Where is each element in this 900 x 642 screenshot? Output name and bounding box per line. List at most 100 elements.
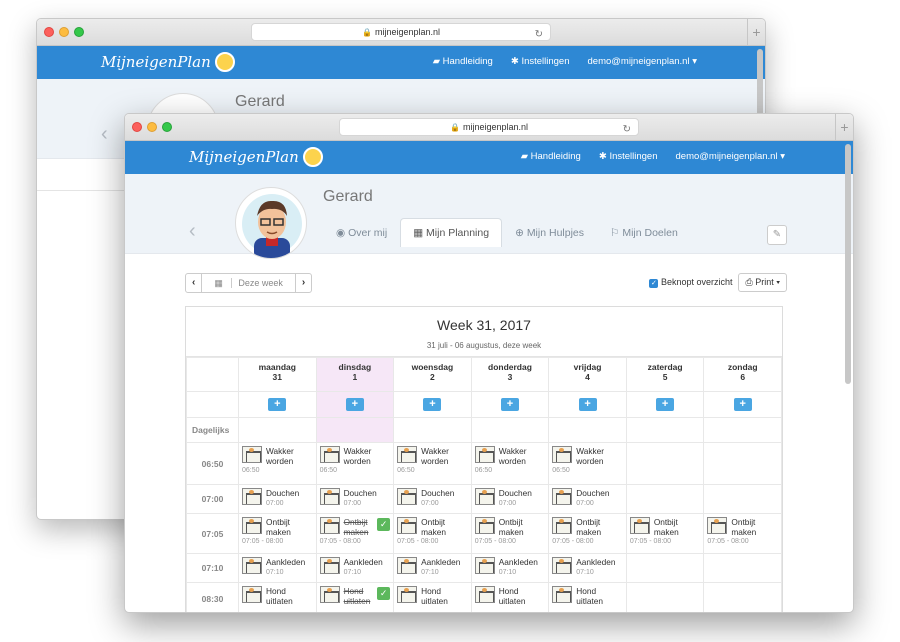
week-toolbar: ‹ ▦ Deze week › ✓ Beknopt overzicht ⎙ Pr… <box>185 273 787 293</box>
activity-pictogram-icon <box>242 586 262 603</box>
address-bar[interactable]: 🔒 mijneigenplan.nl ↻ <box>251 23 551 41</box>
nav-settings-link[interactable]: ✱ Instellingen <box>511 56 570 67</box>
nav-settings-link[interactable]: ✱ Instellingen <box>599 151 658 162</box>
activity-pictogram-icon <box>397 557 418 574</box>
add-activity-button[interactable]: + <box>578 398 597 411</box>
activity-pictogram-icon <box>474 557 495 574</box>
activity-card[interactable]: Ontbijt maken 07:05 - 08:00 <box>625 513 705 554</box>
activity-pictogram-icon <box>319 446 340 463</box>
add-activity-button[interactable]: + <box>268 398 287 411</box>
activity-card[interactable]: Douchen 07:00 <box>238 484 317 514</box>
logo-face-icon <box>302 147 323 167</box>
activity-pictogram-icon <box>397 586 418 603</box>
activity-card[interactable]: Aankleden 07:10 <box>238 553 317 583</box>
activity-card[interactable]: Hond uitlaten <box>470 582 550 612</box>
add-activity-button[interactable]: + <box>733 398 752 411</box>
activity-card[interactable]: Aankleden 07:10 <box>470 553 550 583</box>
activity-card[interactable]: Wakker worden 06:50 <box>393 442 472 485</box>
activity-card[interactable]: Douchen 07:00 <box>315 484 395 514</box>
check-icon[interactable]: ✓ <box>377 518 391 531</box>
avatar <box>235 187 307 259</box>
activity-card[interactable]: Aankleden 07:10 <box>548 553 627 583</box>
checkbox-checked-icon: ✓ <box>649 279 659 288</box>
activity-card[interactable]: Wakker worden 06:50 <box>315 442 395 485</box>
activity-card[interactable]: Hond uitlaten <box>393 582 472 612</box>
activity-pictogram-icon <box>474 586 495 603</box>
profile-tabs: ◉ Over mij ▦ Mijn Planning ⊕ Mijn Hulpje… <box>323 218 691 247</box>
chevron-left-icon[interactable]: ‹ <box>101 123 108 146</box>
activity-card[interactable]: Aankleden 07:10 <box>315 553 395 583</box>
day-header: donderdag 3 <box>470 357 550 392</box>
activity-card-completed[interactable]: Hond uitlaten ✓ <box>315 582 395 612</box>
nav-account-menu[interactable]: demo@mijneigenplan.nl ▾ <box>676 151 786 162</box>
window-controls[interactable] <box>44 27 84 37</box>
calendar-icon: ▦ <box>214 278 223 288</box>
time-row: 06:50 Wakker worden 06:50 Wakker worden 06… <box>186 442 782 485</box>
window-controls[interactable] <box>132 122 172 132</box>
new-tab-button[interactable]: + <box>835 114 853 141</box>
this-week-button[interactable]: ▦ Deze week <box>201 274 295 292</box>
print-button[interactable]: ⎙ Print ▾ <box>738 273 787 292</box>
check-icon[interactable]: ✓ <box>377 587 391 600</box>
reload-icon[interactable]: ↻ <box>623 121 631 138</box>
profile-header: ‹ Gerard ◉ Over mij ▦ Mijn Planning ⊕ Mi… <box>125 174 853 259</box>
week-navigation: ‹ ▦ Deze week › <box>185 273 313 293</box>
activity-card[interactable]: Ontbijt maken 07:05 - 08:00 <box>703 513 782 554</box>
activity-card[interactable]: Ontbijt maken 07:05 - 08:00 <box>238 513 317 554</box>
tab-mijn-doelen[interactable]: ⚐ Mijn Doelen <box>597 218 691 247</box>
activity-card[interactable]: Hond uitlaten <box>548 582 627 612</box>
add-activity-button[interactable]: + <box>345 398 364 411</box>
next-week-button[interactable]: › <box>294 274 311 292</box>
activity-pictogram-icon <box>319 488 340 505</box>
activity-card[interactable]: Wakker worden 06:50 <box>548 442 627 485</box>
new-tab-button[interactable]: + <box>747 19 765 46</box>
day-header: zaterdag 5 <box>625 357 705 392</box>
activity-card[interactable]: Wakker worden 06:50 <box>238 442 317 485</box>
lock-icon: 🔒 <box>361 28 372 37</box>
activity-pictogram-icon <box>242 446 262 463</box>
activity-card[interactable]: Hond uitlaten <box>238 582 317 612</box>
day-header: zondag 6 <box>703 357 782 392</box>
activity-card-completed[interactable]: Ontbijt maken ✓ 07:05 - 08:00 <box>315 513 395 554</box>
day-header-row: maandag 31 dinsdag 1 woensdag 2 donderdag 3 … <box>186 357 782 392</box>
nav-manual-link[interactable]: ▰ Handleiding <box>433 56 493 67</box>
activity-pictogram-icon <box>397 488 418 505</box>
activity-card[interactable]: Wakker worden 06:50 <box>470 442 550 485</box>
scrollbar[interactable] <box>845 144 851 384</box>
nav-account-menu[interactable]: demo@mijneigenplan.nl ▾ <box>588 56 698 67</box>
nav-manual-link[interactable]: ▰ Handleiding <box>521 151 581 162</box>
activity-card[interactable]: Douchen 07:00 <box>548 484 627 514</box>
chevron-left-icon[interactable]: ‹ <box>189 220 196 243</box>
activity-card[interactable]: Ontbijt maken 07:05 - 08:00 <box>548 513 627 554</box>
activity-pictogram-icon <box>552 586 573 603</box>
reload-icon[interactable]: ↻ <box>535 26 543 43</box>
user-circle-icon: ◉ <box>336 227 346 239</box>
activity-card[interactable]: Ontbijt maken 07:05 - 08:00 <box>393 513 472 554</box>
add-activity-button[interactable]: + <box>656 398 675 411</box>
edit-button[interactable]: ✎ <box>767 225 787 245</box>
add-activity-button[interactable]: + <box>500 398 519 411</box>
activity-pictogram-icon <box>319 586 340 603</box>
activity-pictogram-icon <box>552 446 573 463</box>
app-logo[interactable]: MijneigenPlan <box>101 52 235 72</box>
tab-mijn-planning[interactable]: ▦ Mijn Planning <box>400 218 503 247</box>
avatar-illustration <box>242 194 302 258</box>
time-row: 07:05 Ontbijt maken 07:05 - 08:00 Ontbijt… <box>186 513 782 554</box>
tab-over-mij[interactable]: ◉ Over mij <box>323 218 400 247</box>
prev-week-button[interactable]: ‹ <box>186 274 201 292</box>
activity-card[interactable]: Ontbijt maken 07:05 - 08:00 <box>470 513 550 554</box>
activity-card[interactable]: Aankleden 07:10 <box>393 553 472 583</box>
row-label: Dagelijks <box>186 417 239 443</box>
activity-card[interactable]: Douchen 07:00 <box>470 484 550 514</box>
day-header: vrijdag 4 <box>548 357 627 392</box>
activity-card[interactable]: Douchen 07:00 <box>393 484 472 514</box>
tab-mijn-hulpjes[interactable]: ⊕ Mijn Hulpjes <box>502 218 597 247</box>
time-label: 07:00 <box>186 484 239 514</box>
add-activity-row: + + + + + + + <box>186 391 782 418</box>
app-logo[interactable]: MijneigenPlan <box>189 147 323 167</box>
activity-pictogram-icon <box>474 517 495 534</box>
add-activity-button[interactable]: + <box>423 398 442 411</box>
week-range: 31 juli - 06 augustus, deze week <box>186 341 782 357</box>
compact-overview-checkbox[interactable]: ✓ Beknopt overzicht <box>649 277 732 288</box>
address-bar[interactable]: 🔒 mijneigenplan.nl ↻ <box>339 118 639 136</box>
